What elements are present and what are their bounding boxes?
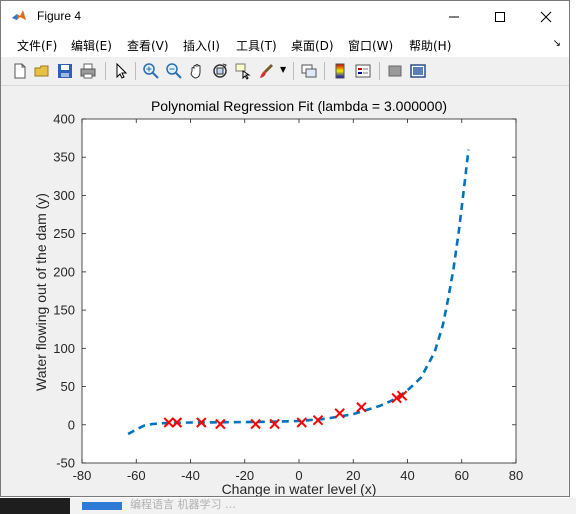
toolbar-separator (379, 62, 380, 80)
show-plot-tools-icon[interactable] (409, 62, 427, 80)
close-button[interactable] (523, 1, 569, 32)
chart-title: Polynomial Regression Fit (lambda = 3.00… (151, 98, 447, 114)
toolbar-separator (135, 62, 136, 80)
y-tick-label: 100 (53, 341, 75, 356)
chart[interactable]: Polynomial Regression Fit (lambda = 3.00… (1, 86, 569, 497)
y-tick-label: 400 (53, 112, 75, 127)
pan-icon[interactable] (188, 62, 206, 80)
y-tick-label: 200 (53, 264, 75, 279)
y-tick-label: 150 (53, 303, 75, 318)
background-faint-text: 编程语言 机器学习 … (130, 498, 236, 511)
x-tick-label: -20 (235, 468, 254, 483)
background-dark-block (0, 498, 70, 514)
x-tick-label: 80 (509, 468, 523, 483)
zoom-out-icon[interactable] (165, 62, 183, 80)
minimize-button[interactable] (431, 1, 477, 32)
zoom-in-icon[interactable] (142, 62, 160, 80)
x-tick-label: -60 (127, 468, 146, 483)
minimize-icon (449, 16, 459, 17)
link-plot-icon[interactable] (300, 62, 318, 80)
y-tick-label: 0 (68, 417, 75, 432)
x-axis-label: Change in water level (x) (222, 481, 377, 496)
toolbar-separator (324, 62, 325, 80)
x-tick-label: 0 (295, 468, 302, 483)
menu-bar: 文件(F) 编辑(E) 查看(V) 插入(I) 工具(T) 桌面(D) 窗口(W… (1, 32, 569, 57)
maximize-icon (495, 11, 505, 22)
x-tick-label: -80 (73, 468, 92, 483)
figure-window: Figure 4 文件(F) 编辑(E) 查看(V) 插入(I) 工具(T) 桌… (0, 0, 570, 497)
close-icon (540, 11, 552, 22)
open-file-icon[interactable] (33, 62, 51, 80)
y-tick-label: 50 (61, 379, 75, 394)
plot-area: Polynomial Regression Fit (lambda = 3.00… (1, 86, 569, 497)
menu-window[interactable]: 窗口(W) (348, 37, 393, 54)
x-tick-label: 20 (346, 468, 360, 483)
y-tick-label: -50 (56, 456, 75, 471)
rotate-3d-icon[interactable] (211, 62, 229, 80)
y-tick-label: 300 (53, 188, 75, 203)
pointer-icon[interactable] (112, 62, 130, 80)
brush-icon[interactable] (257, 62, 275, 80)
x-tick-label: 60 (455, 468, 469, 483)
title-bar[interactable]: Figure 4 (1, 1, 569, 32)
new-figure-icon[interactable] (11, 62, 29, 80)
y-tick-label: 350 (53, 150, 75, 165)
y-axis-label: Water flowing out of the dam (y) (33, 193, 49, 391)
hide-plot-tools-icon[interactable] (386, 62, 404, 80)
menu-tools[interactable]: 工具(T) (236, 37, 277, 54)
colorbar-icon[interactable] (331, 62, 349, 80)
x-tick-label: -40 (181, 468, 200, 483)
axes-box (81, 118, 517, 464)
legend-icon[interactable] (354, 62, 372, 80)
background-taskbar-strip: 编程语言 机器学习 … (0, 498, 576, 514)
y-tick-label: 250 (53, 226, 75, 241)
menu-file[interactable]: 文件(F) (17, 37, 57, 54)
menu-help[interactable]: 帮助(H) (409, 37, 451, 54)
background-blue-button (82, 502, 122, 510)
maximize-button[interactable] (477, 1, 523, 32)
menu-dock-arrow-icon[interactable]: ↘ (553, 38, 561, 49)
save-icon[interactable] (56, 62, 74, 80)
matlab-logo-icon (12, 10, 26, 20)
print-icon[interactable] (79, 62, 97, 80)
toolbar-separator (293, 62, 294, 80)
data-cursor-icon[interactable] (234, 62, 252, 80)
menu-edit[interactable]: 编辑(E) (71, 37, 112, 54)
window-title: Figure 4 (37, 9, 82, 23)
brush-dropdown-arrow-icon[interactable]: ▼ (280, 65, 286, 74)
figure-toolbar: ▼ (1, 57, 569, 86)
menu-insert[interactable]: 插入(I) (183, 37, 220, 54)
toolbar-separator (105, 62, 106, 80)
x-tick-label: 40 (400, 468, 414, 483)
menu-view[interactable]: 查看(V) (127, 37, 169, 54)
menu-desktop[interactable]: 桌面(D) (291, 37, 334, 54)
